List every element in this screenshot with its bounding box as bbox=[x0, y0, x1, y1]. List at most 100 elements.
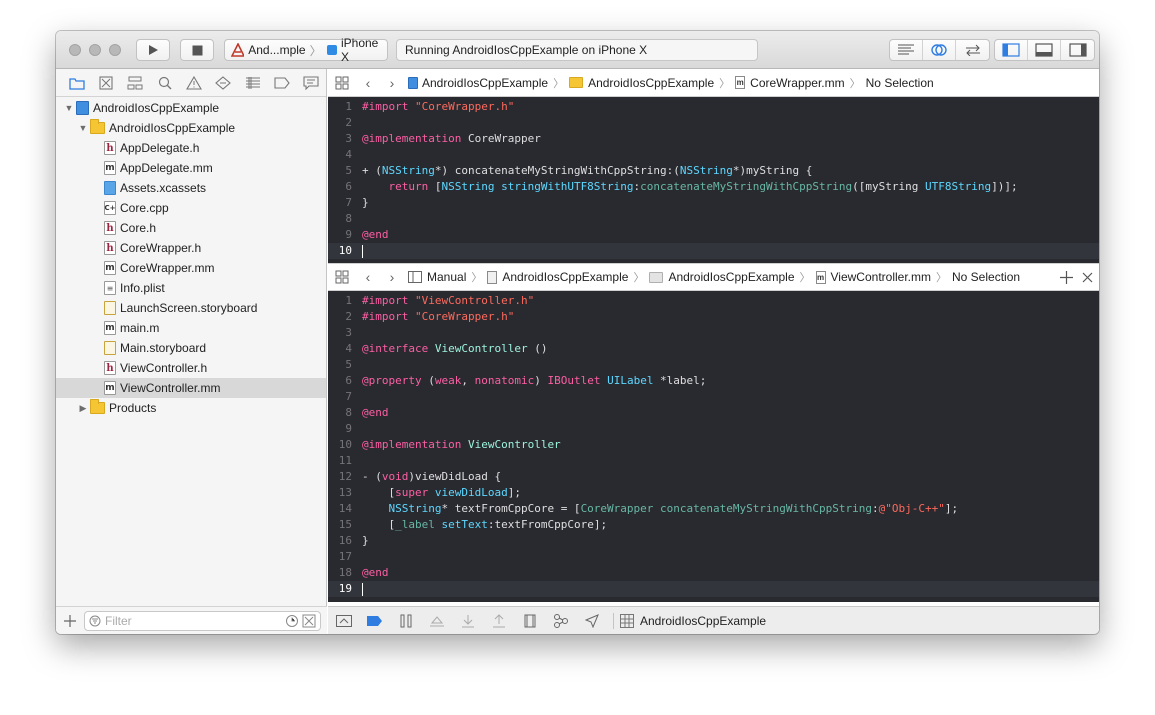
tab-reports[interactable] bbox=[297, 69, 326, 97]
view-hierarchy-button[interactable] bbox=[514, 607, 545, 635]
version-editor-button[interactable] bbox=[956, 40, 989, 60]
code-line[interactable]: 13 [super viewDidLoad]; bbox=[328, 485, 1099, 501]
editor-mode-control[interactable] bbox=[889, 39, 990, 61]
file-tree-item[interactable]: Assets.xcassets bbox=[56, 178, 326, 198]
recent-clock-icon[interactable] bbox=[285, 614, 299, 628]
add-editor-button[interactable] bbox=[1060, 271, 1073, 284]
step-into-button[interactable] bbox=[452, 607, 483, 635]
code-line[interactable]: 1 #import "ViewController.h" bbox=[328, 293, 1099, 309]
file-tree-item[interactable]: ▶ Products bbox=[56, 398, 326, 418]
file-tree-item[interactable]: m ViewController.mm bbox=[56, 378, 326, 398]
line-number[interactable]: 3 bbox=[328, 325, 358, 341]
tab-find[interactable] bbox=[150, 69, 179, 97]
add-file-button[interactable] bbox=[56, 614, 84, 627]
breadcrumb-selection[interactable]: No Selection bbox=[866, 76, 934, 90]
line-number[interactable]: 15 bbox=[328, 517, 358, 533]
line-number[interactable]: 9 bbox=[328, 227, 358, 243]
toggle-navigator-button[interactable] bbox=[995, 40, 1028, 60]
memory-graph-button[interactable] bbox=[545, 607, 576, 635]
code-line[interactable]: 4 @interface ViewController () bbox=[328, 341, 1099, 357]
file-tree-item[interactable]: ≡ Info.plist bbox=[56, 278, 326, 298]
line-number[interactable]: 8 bbox=[328, 211, 358, 227]
breadcrumb-group[interactable]: AndroidIosCppExample bbox=[668, 270, 794, 284]
forward-button[interactable]: › bbox=[380, 263, 404, 291]
minimize-window-button[interactable] bbox=[89, 44, 101, 56]
line-number[interactable]: 8 bbox=[328, 405, 358, 421]
code-line[interactable]: 10 @implementation ViewController bbox=[328, 437, 1099, 453]
line-number[interactable]: 1 bbox=[328, 293, 358, 309]
code-line[interactable]: 12- (void)viewDidLoad { bbox=[328, 469, 1099, 485]
panel-toggle-control[interactable] bbox=[994, 39, 1095, 61]
tab-issues[interactable] bbox=[179, 69, 208, 97]
line-number[interactable]: 3 bbox=[328, 131, 358, 147]
code-line[interactable]: 2 #import "CoreWrapper.h" bbox=[328, 309, 1099, 325]
assistant-editor-button[interactable] bbox=[923, 40, 956, 60]
standard-editor-button[interactable] bbox=[890, 40, 923, 60]
code-line[interactable]: 8 bbox=[328, 211, 1099, 227]
line-number[interactable]: 2 bbox=[328, 309, 358, 325]
related-items-button[interactable] bbox=[328, 69, 356, 97]
line-number[interactable]: 14 bbox=[328, 501, 358, 517]
code-line[interactable]: 7 bbox=[328, 389, 1099, 405]
zoom-window-button[interactable] bbox=[109, 44, 121, 56]
code-line[interactable]: 2 bbox=[328, 115, 1099, 131]
line-number[interactable]: 6 bbox=[328, 179, 358, 195]
step-out-button[interactable] bbox=[483, 607, 514, 635]
line-number[interactable]: 19 bbox=[328, 581, 358, 597]
back-button[interactable]: ‹ bbox=[356, 263, 380, 291]
line-number[interactable]: 9 bbox=[328, 421, 358, 437]
breadcrumb-group[interactable]: AndroidIosCppExample bbox=[588, 76, 714, 90]
run-button[interactable] bbox=[136, 39, 170, 61]
line-number[interactable]: 7 bbox=[328, 389, 358, 405]
breadcrumb-project[interactable]: AndroidIosCppExample bbox=[502, 270, 628, 284]
file-tree-item[interactable]: m CoreWrapper.mm bbox=[56, 258, 326, 278]
code-line[interactable]: 15 [_label setText:textFromCppCore]; bbox=[328, 517, 1099, 533]
line-number[interactable]: 6 bbox=[328, 373, 358, 389]
back-button[interactable]: ‹ bbox=[356, 69, 380, 97]
tab-debug[interactable] bbox=[238, 69, 267, 97]
breadcrumb-selection[interactable]: No Selection bbox=[952, 270, 1020, 284]
file-tree-item[interactable]: LaunchScreen.storyboard bbox=[56, 298, 326, 318]
step-over-button[interactable] bbox=[421, 607, 452, 635]
code-line[interactable]: 19 bbox=[328, 581, 1099, 597]
code-line[interactable]: 9 @end bbox=[328, 227, 1099, 243]
tab-source-control[interactable] bbox=[91, 69, 120, 97]
breadcrumb-file[interactable]: ViewController.mm bbox=[831, 270, 931, 284]
code-line[interactable]: 10 bbox=[328, 243, 1099, 259]
line-number[interactable]: 10 bbox=[328, 243, 358, 259]
code-line[interactable]: 17 bbox=[328, 549, 1099, 565]
line-number[interactable]: 4 bbox=[328, 341, 358, 357]
file-tree-item[interactable]: m AppDelegate.mm bbox=[56, 158, 326, 178]
tab-symbols[interactable] bbox=[121, 69, 150, 97]
toggle-inspector-button[interactable] bbox=[1061, 40, 1094, 60]
file-tree-item[interactable]: ▼ AndroidIosCppExample bbox=[56, 118, 326, 138]
filter-field[interactable]: Filter bbox=[84, 611, 321, 631]
code-line[interactable]: 11 bbox=[328, 453, 1099, 469]
breadcrumb-project[interactable]: AndroidIosCppExample bbox=[422, 76, 548, 90]
line-number[interactable]: 13 bbox=[328, 485, 358, 501]
pause-button[interactable] bbox=[390, 607, 421, 635]
disclosure-expanded-icon[interactable]: ▼ bbox=[76, 123, 90, 133]
tab-project[interactable] bbox=[62, 69, 91, 97]
file-tree-item[interactable]: h CoreWrapper.h bbox=[56, 238, 326, 258]
related-items-button[interactable] bbox=[328, 263, 356, 291]
line-number[interactable]: 1 bbox=[328, 99, 358, 115]
disclosure-expanded-icon[interactable]: ▼ bbox=[62, 103, 76, 113]
simulate-location-button[interactable] bbox=[576, 607, 607, 635]
file-tree-item[interactable]: h AppDelegate.h bbox=[56, 138, 326, 158]
line-number[interactable]: 5 bbox=[328, 357, 358, 373]
line-number[interactable]: 4 bbox=[328, 147, 358, 163]
breadcrumb-mode[interactable]: Manual bbox=[427, 270, 466, 284]
close-editor-button[interactable] bbox=[1082, 272, 1093, 283]
code-line[interactable]: 1 #import "CoreWrapper.h" bbox=[328, 99, 1099, 115]
line-number[interactable]: 11 bbox=[328, 453, 358, 469]
line-number[interactable]: 16 bbox=[328, 533, 358, 549]
code-line[interactable]: 4 bbox=[328, 147, 1099, 163]
code-line[interactable]: 5 bbox=[328, 357, 1099, 373]
line-number[interactable]: 5 bbox=[328, 163, 358, 179]
code-line[interactable]: 8 @end bbox=[328, 405, 1099, 421]
breadcrumb-file[interactable]: CoreWrapper.mm bbox=[750, 76, 844, 90]
code-line[interactable]: 6 return [NSString stringWithUTF8String:… bbox=[328, 179, 1099, 195]
close-window-button[interactable] bbox=[69, 44, 81, 56]
forward-button[interactable]: › bbox=[380, 69, 404, 97]
